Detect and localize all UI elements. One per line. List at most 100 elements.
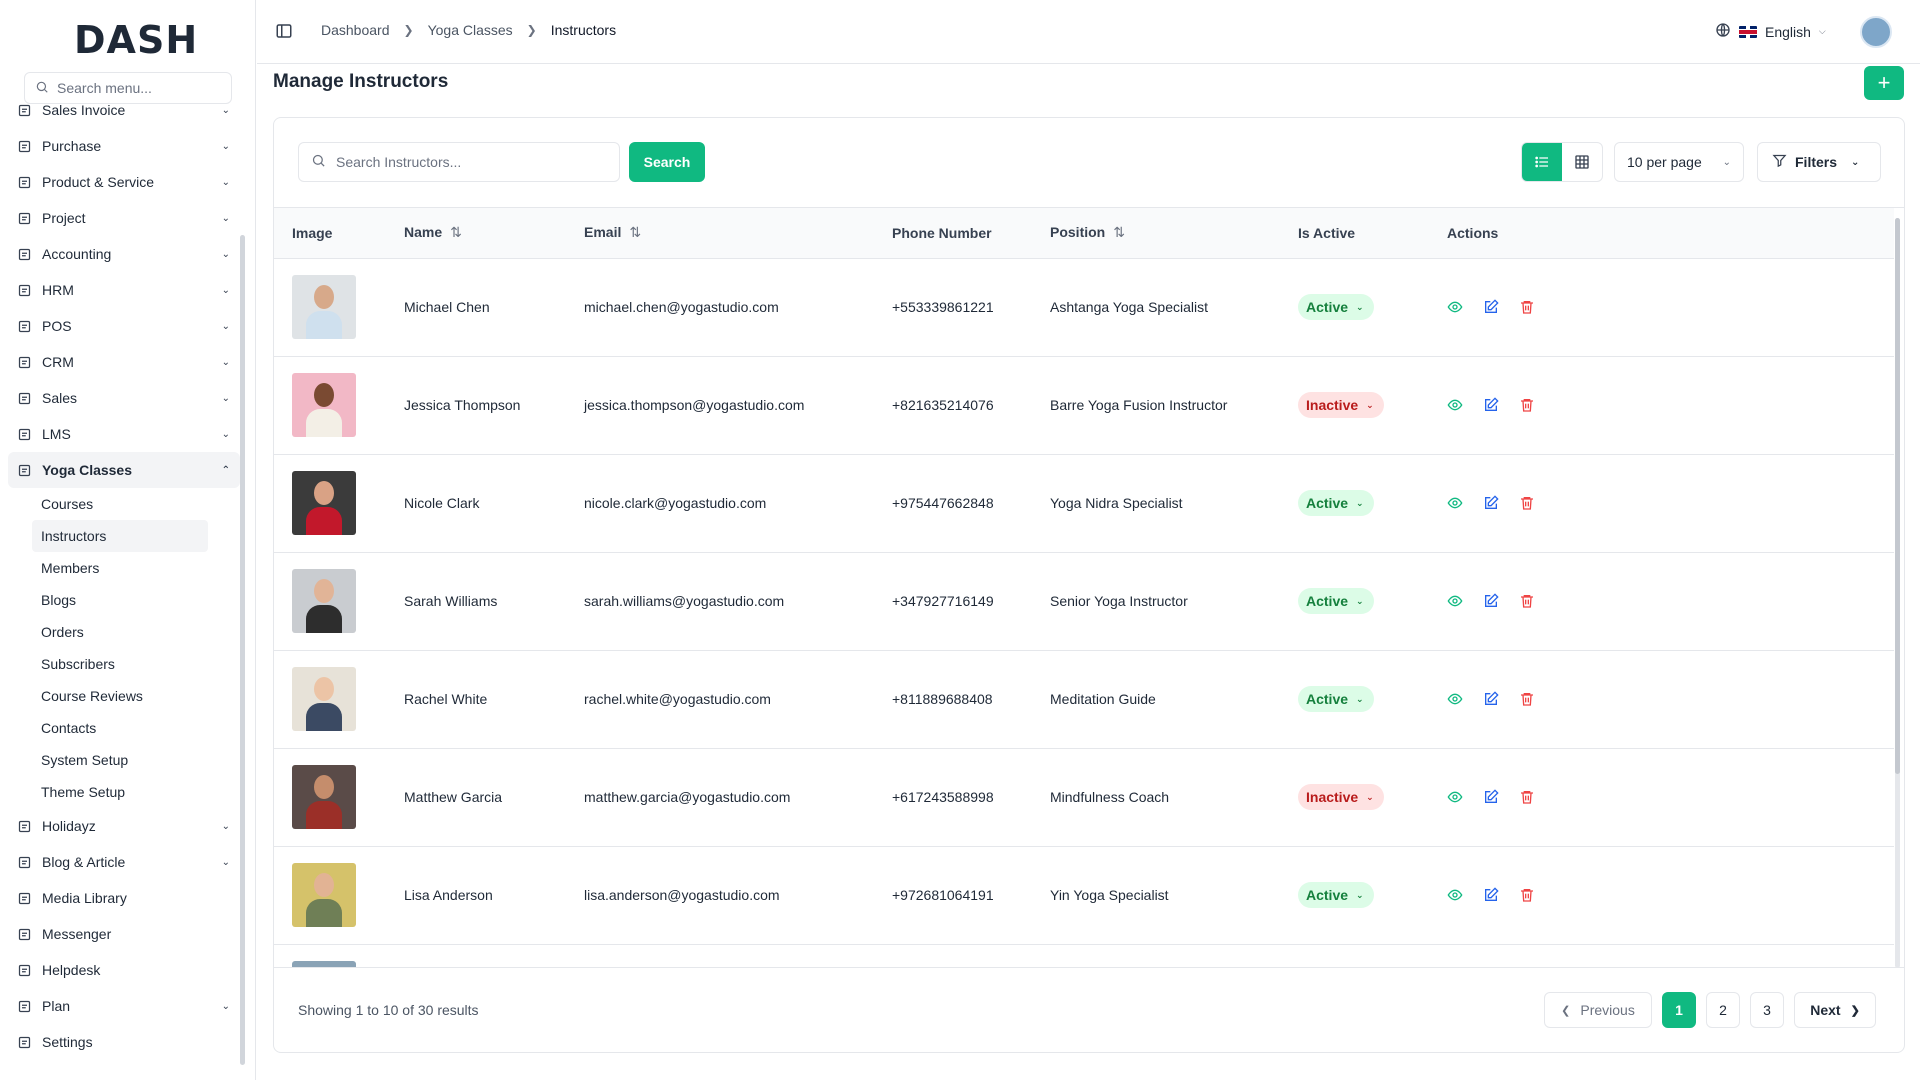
sidebar-item-product-service[interactable]: Product & Service ⌄: [8, 164, 240, 200]
sidebar-item-settings[interactable]: Settings: [8, 1024, 240, 1060]
chevron-left-icon: ❮: [1561, 1004, 1571, 1017]
chevron-down-icon: ⌄: [1356, 693, 1364, 704]
view-eye-icon[interactable]: [1447, 299, 1463, 315]
submenu-item-members[interactable]: Members: [32, 552, 208, 584]
page-1-button[interactable]: 1: [1662, 992, 1696, 1028]
sidebar-item-plan[interactable]: Plan ⌄: [8, 988, 240, 1024]
submenu-item-blogs[interactable]: Blogs: [32, 584, 208, 616]
sidebar-search[interactable]: [24, 72, 232, 104]
sidebar-item-hrm[interactable]: HRM ⌄: [8, 272, 240, 308]
sidebar-item-project[interactable]: Project ⌄: [8, 200, 240, 236]
chevron-down-icon: ⌄: [221, 820, 230, 832]
sidebar-item-media-library[interactable]: Media Library: [8, 880, 240, 916]
photo-body: [306, 703, 342, 731]
col-email[interactable]: Email ⇅: [566, 208, 874, 259]
submenu-item-subscribers[interactable]: Subscribers: [32, 648, 208, 680]
cell-status: Active ⌄: [1280, 650, 1429, 748]
view-eye-icon[interactable]: [1447, 593, 1463, 609]
sidebar-item-crm[interactable]: CRM ⌄: [8, 344, 240, 380]
submenu-item-contacts[interactable]: Contacts: [32, 712, 208, 744]
sidebar-toggle-icon[interactable]: [275, 22, 293, 40]
delete-trash-icon[interactable]: [1519, 789, 1535, 805]
topbar: Dashboard ❯ Yoga Classes ❯ Instructors E…: [257, 0, 1920, 64]
table-scrollbar[interactable]: [1895, 218, 1900, 967]
sort-icon[interactable]: ⇅: [1113, 224, 1125, 240]
language-selector[interactable]: English ⌵: [1715, 22, 1826, 41]
sort-icon[interactable]: ⇅: [629, 224, 641, 240]
instructor-search[interactable]: [298, 142, 620, 182]
sidebar-item-sales[interactable]: Sales ⌄: [8, 380, 240, 416]
submenu-item-course-reviews[interactable]: Course Reviews: [32, 680, 208, 712]
sidebar-item-lms[interactable]: LMS ⌄: [8, 416, 240, 452]
filters-label: Filters: [1795, 154, 1838, 170]
sidebar-item-pos[interactable]: POS ⌄: [8, 308, 240, 344]
sidebar-item-label: Holidayz: [42, 818, 96, 834]
cell-actions: [1429, 258, 1894, 356]
delete-trash-icon[interactable]: [1519, 495, 1535, 511]
page-3-button[interactable]: 3: [1750, 992, 1784, 1028]
delete-trash-icon[interactable]: [1519, 887, 1535, 903]
status-badge[interactable]: Active ⌄: [1298, 294, 1374, 320]
row-actions: [1447, 887, 1894, 903]
view-eye-icon[interactable]: [1447, 397, 1463, 413]
delete-trash-icon[interactable]: [1519, 691, 1535, 707]
status-badge[interactable]: Active ⌄: [1298, 686, 1374, 712]
edit-icon[interactable]: [1483, 495, 1499, 511]
status-badge[interactable]: Active ⌄: [1298, 588, 1374, 614]
page-2-button[interactable]: 2: [1706, 992, 1740, 1028]
add-instructor-button[interactable]: +: [1864, 66, 1904, 100]
view-eye-icon[interactable]: [1447, 495, 1463, 511]
filters-button[interactable]: Filters ⌄: [1757, 142, 1881, 182]
previous-page-button[interactable]: ❮ Previous: [1544, 992, 1652, 1028]
sidebar-item-messenger[interactable]: Messenger: [8, 916, 240, 952]
list-view-icon[interactable]: [1522, 143, 1562, 181]
edit-icon[interactable]: [1483, 789, 1499, 805]
sidebar-item-holidayz[interactable]: Holidayz ⌄: [8, 808, 240, 844]
delete-trash-icon[interactable]: [1519, 299, 1535, 315]
edit-icon[interactable]: [1483, 397, 1499, 413]
col-name[interactable]: Name ⇅: [386, 208, 566, 259]
submenu-item-system-setup[interactable]: System Setup: [32, 744, 208, 776]
search-button[interactable]: Search: [629, 142, 705, 182]
submenu-item-courses[interactable]: Courses: [32, 488, 208, 520]
sidebar-item-helpdesk[interactable]: Helpdesk: [8, 952, 240, 988]
breadcrumb-yoga-classes[interactable]: Yoga Classes: [428, 22, 513, 38]
delete-trash-icon[interactable]: [1519, 593, 1535, 609]
sidebar-item-yoga-classes[interactable]: Yoga Classes ⌃: [8, 452, 240, 488]
instructor-search-input[interactable]: [336, 154, 596, 170]
cell-email: nicole.clark@yogastudio.com: [584, 495, 767, 511]
submenu-item-orders[interactable]: Orders: [32, 616, 208, 648]
submenu-item-theme-setup[interactable]: Theme Setup: [32, 776, 208, 808]
sidebar-item-accounting[interactable]: Accounting ⌄: [8, 236, 240, 272]
edit-icon[interactable]: [1483, 691, 1499, 707]
delete-trash-icon[interactable]: [1519, 397, 1535, 413]
col-position[interactable]: Position ⇅: [1032, 208, 1280, 259]
view-eye-icon[interactable]: [1447, 789, 1463, 805]
sidebar-item-sales-invoice[interactable]: Sales Invoice ⌄: [8, 102, 240, 128]
status-badge[interactable]: Active ⌄: [1298, 882, 1374, 908]
sort-icon[interactable]: ⇅: [450, 224, 462, 240]
view-eye-icon[interactable]: [1447, 691, 1463, 707]
sidebar-item-purchase[interactable]: Purchase ⌄: [8, 128, 240, 164]
chevron-right-icon: ❯: [1850, 1004, 1860, 1017]
per-page-select[interactable]: 10 per page ⌄: [1614, 142, 1744, 182]
edit-icon[interactable]: [1483, 299, 1499, 315]
status-badge[interactable]: Active ⌄: [1298, 490, 1374, 516]
chevron-down-icon: ⌵: [1818, 26, 1826, 36]
view-eye-icon[interactable]: [1447, 887, 1463, 903]
sun-icon: [16, 462, 32, 478]
grid-view-icon[interactable]: [1562, 143, 1602, 181]
user-avatar[interactable]: [1860, 16, 1892, 48]
edit-icon[interactable]: [1483, 887, 1499, 903]
breadcrumb-dashboard[interactable]: Dashboard: [321, 22, 390, 38]
search-icon: [311, 153, 326, 171]
sidebar-scrollbar[interactable]: [240, 235, 245, 1065]
edit-icon[interactable]: [1483, 593, 1499, 609]
sidebar-search-input[interactable]: [57, 80, 217, 96]
next-page-button[interactable]: Next ❯: [1794, 992, 1876, 1028]
status-badge[interactable]: Inactive ⌄: [1298, 784, 1384, 810]
sidebar-item-blog-article[interactable]: Blog & Article ⌄: [8, 844, 240, 880]
status-badge[interactable]: Inactive ⌄: [1298, 392, 1384, 418]
submenu-item-instructors[interactable]: Instructors: [32, 520, 208, 552]
holiday-icon: [16, 818, 32, 834]
